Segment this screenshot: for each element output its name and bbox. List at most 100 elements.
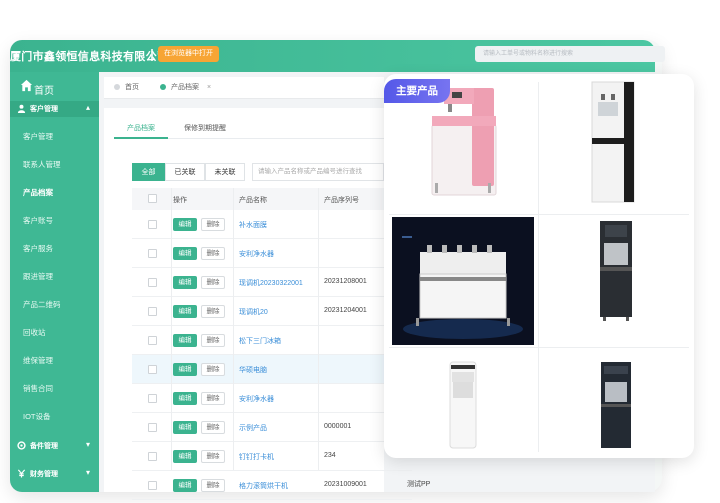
- row-checkbox[interactable]: [148, 278, 157, 287]
- product-name-link[interactable]: 安利净水器: [239, 394, 274, 404]
- sidebar-item-maintenance[interactable]: 维保管理: [10, 351, 99, 371]
- product-name-link[interactable]: 现调机20230322001: [239, 278, 303, 288]
- product-name-link[interactable]: 钉钉打卡机: [239, 452, 274, 462]
- edit-button[interactable]: 编辑: [173, 479, 197, 492]
- person-icon: [17, 104, 26, 113]
- edit-button[interactable]: 编辑: [173, 392, 197, 405]
- delete-button[interactable]: 删除: [201, 421, 225, 434]
- delete-button[interactable]: 删除: [201, 392, 225, 405]
- row-checkbox[interactable]: [148, 220, 157, 229]
- row-checkbox[interactable]: [148, 307, 157, 316]
- product-name-link[interactable]: 华硕电脑: [239, 365, 267, 375]
- column-divider: [318, 188, 319, 470]
- global-search-input[interactable]: 请输入工单号或物料名称进行搜索: [475, 46, 665, 62]
- product-serial: 20231208001: [324, 278, 367, 285]
- yen-icon: [17, 469, 26, 478]
- edit-button[interactable]: 编辑: [173, 218, 197, 231]
- delete-button[interactable]: 删除: [201, 247, 225, 260]
- table-row[interactable]: 编辑 删除 示例产品 0000001: [132, 413, 412, 442]
- delete-button[interactable]: 删除: [201, 305, 225, 318]
- row-checkbox[interactable]: [148, 481, 157, 490]
- table-row[interactable]: 编辑 删除 安利净水器: [132, 239, 412, 268]
- table-row[interactable]: 编辑 删除 补水面膜: [132, 210, 412, 239]
- sidebar-group-parts[interactable]: 备件管理 ▾: [10, 438, 99, 454]
- product-name-link[interactable]: 现调机20: [239, 307, 268, 317]
- edit-button[interactable]: 编辑: [173, 334, 197, 347]
- open-in-browser-button[interactable]: 在浏览器中打开: [158, 46, 219, 62]
- gear-icon: [17, 441, 26, 450]
- product-search-input[interactable]: 请输入产品名称或产品编号进行查找: [252, 163, 384, 181]
- product-name-link[interactable]: 补水面膜: [239, 220, 267, 230]
- table-row[interactable]: 编辑 删除 松下三门冰箱: [132, 326, 412, 355]
- edit-button[interactable]: 编辑: [173, 450, 197, 463]
- product-serial: 234: [324, 452, 336, 459]
- delete-button[interactable]: 删除: [201, 363, 225, 376]
- top-bar: 厦门市鑫领恒信息科技有限公司 在浏览器中打开 请输入工单号或物料名称进行搜索: [10, 40, 665, 72]
- sidebar-item-contacts[interactable]: 联系人管理: [10, 155, 99, 175]
- sidebar-item-customer-account[interactable]: 客户账号: [10, 211, 99, 231]
- select-all-checkbox[interactable]: [148, 194, 157, 203]
- sidebar-item-customer[interactable]: 客户管理: [10, 127, 99, 147]
- sidebar-item-sales-contract[interactable]: 销售合同: [10, 379, 99, 399]
- company-name: 厦门市鑫领恒信息科技有限公司: [10, 51, 169, 63]
- tab-label: 首页: [125, 84, 139, 91]
- table-row[interactable]: 编辑 删除 钉钉打卡机 234: [132, 442, 412, 471]
- group-label: 客户管理: [30, 106, 58, 113]
- table-row[interactable]: 编辑 删除 安利净水器: [132, 384, 412, 413]
- filter-all-button[interactable]: 全部: [132, 163, 165, 181]
- edit-button[interactable]: 编辑: [173, 247, 197, 260]
- sidebar-home[interactable]: 首页: [10, 78, 99, 100]
- sidebar-item-qrcode[interactable]: 产品二维码: [10, 295, 99, 315]
- table-cell: 测试PP: [407, 481, 431, 488]
- subtab-product-archive[interactable]: 产品档案: [127, 123, 155, 133]
- table-row[interactable]: 编辑 删除 现调机20230322001 20231208001: [132, 268, 412, 297]
- row-checkbox[interactable]: [148, 365, 157, 374]
- table-row[interactable]: 编辑 删除 现调机20 20231204001: [132, 297, 412, 326]
- product-serial: 0000001: [324, 423, 352, 430]
- header-product-name: 产品名称: [239, 197, 267, 204]
- filter-linked-button[interactable]: 已关联: [165, 163, 205, 181]
- subtab-warranty-reminder[interactable]: 保修到期提醒: [184, 123, 226, 133]
- product-name-link[interactable]: 松下三门冰箱: [239, 336, 281, 346]
- sidebar-item-product-archive[interactable]: 产品档案: [10, 183, 99, 203]
- home-icon: [20, 79, 33, 92]
- delete-button[interactable]: 删除: [201, 479, 225, 492]
- delete-button[interactable]: 删除: [201, 450, 225, 463]
- row-checkbox[interactable]: [148, 394, 157, 403]
- edit-button[interactable]: 编辑: [173, 363, 197, 376]
- product-name-link[interactable]: 示例产品: [239, 423, 267, 433]
- close-icon[interactable]: ×: [207, 84, 211, 91]
- multi-tap-water-boiler-image: [392, 217, 534, 345]
- edit-button[interactable]: 编辑: [173, 305, 197, 318]
- tab-label: 产品档案: [171, 84, 199, 91]
- row-checkbox[interactable]: [148, 249, 157, 258]
- edit-button[interactable]: 编辑: [173, 276, 197, 289]
- sidebar-group-customer[interactable]: 客户管理 ▴: [10, 101, 99, 117]
- sidebar-item-customer-service[interactable]: 客户服务: [10, 239, 99, 259]
- table-row[interactable]: 编辑 删除 格力滚筒烘干机 20231009001: [132, 471, 412, 500]
- separator: [151, 49, 153, 61]
- row-checkbox[interactable]: [148, 423, 157, 432]
- tab-home[interactable]: 首页: [114, 77, 139, 99]
- chevron-up-icon: ▴: [86, 103, 91, 112]
- column-divider: [171, 188, 172, 470]
- delete-button[interactable]: 删除: [201, 276, 225, 289]
- edit-button[interactable]: 编辑: [173, 421, 197, 434]
- sidebar-item-recycle-bin[interactable]: 回收站: [10, 323, 99, 343]
- sidebar-item-follow-up[interactable]: 跟进管理: [10, 267, 99, 287]
- product-name-link[interactable]: 格力滚筒烘干机: [239, 481, 288, 491]
- delete-button[interactable]: 删除: [201, 334, 225, 347]
- black-water-dispenser-image: [541, 217, 689, 345]
- sidebar-group-finance[interactable]: 财务管理 ▾: [10, 466, 99, 482]
- sidebar-item-iot[interactable]: IOT设备: [10, 407, 99, 427]
- product-name-link[interactable]: 安利净水器: [239, 249, 274, 259]
- group-label: 财务管理: [30, 471, 58, 478]
- delete-button[interactable]: 删除: [201, 218, 225, 231]
- row-checkbox[interactable]: [148, 452, 157, 461]
- product-serial: 20231009001: [324, 481, 367, 488]
- group-label: 备件管理: [30, 443, 58, 450]
- row-checkbox[interactable]: [148, 336, 157, 345]
- filter-unlinked-button[interactable]: 未关联: [205, 163, 245, 181]
- table-row[interactable]: 编辑 删除 华硕电脑: [132, 355, 412, 384]
- tab-product-archive[interactable]: 产品档案 ×: [160, 77, 211, 99]
